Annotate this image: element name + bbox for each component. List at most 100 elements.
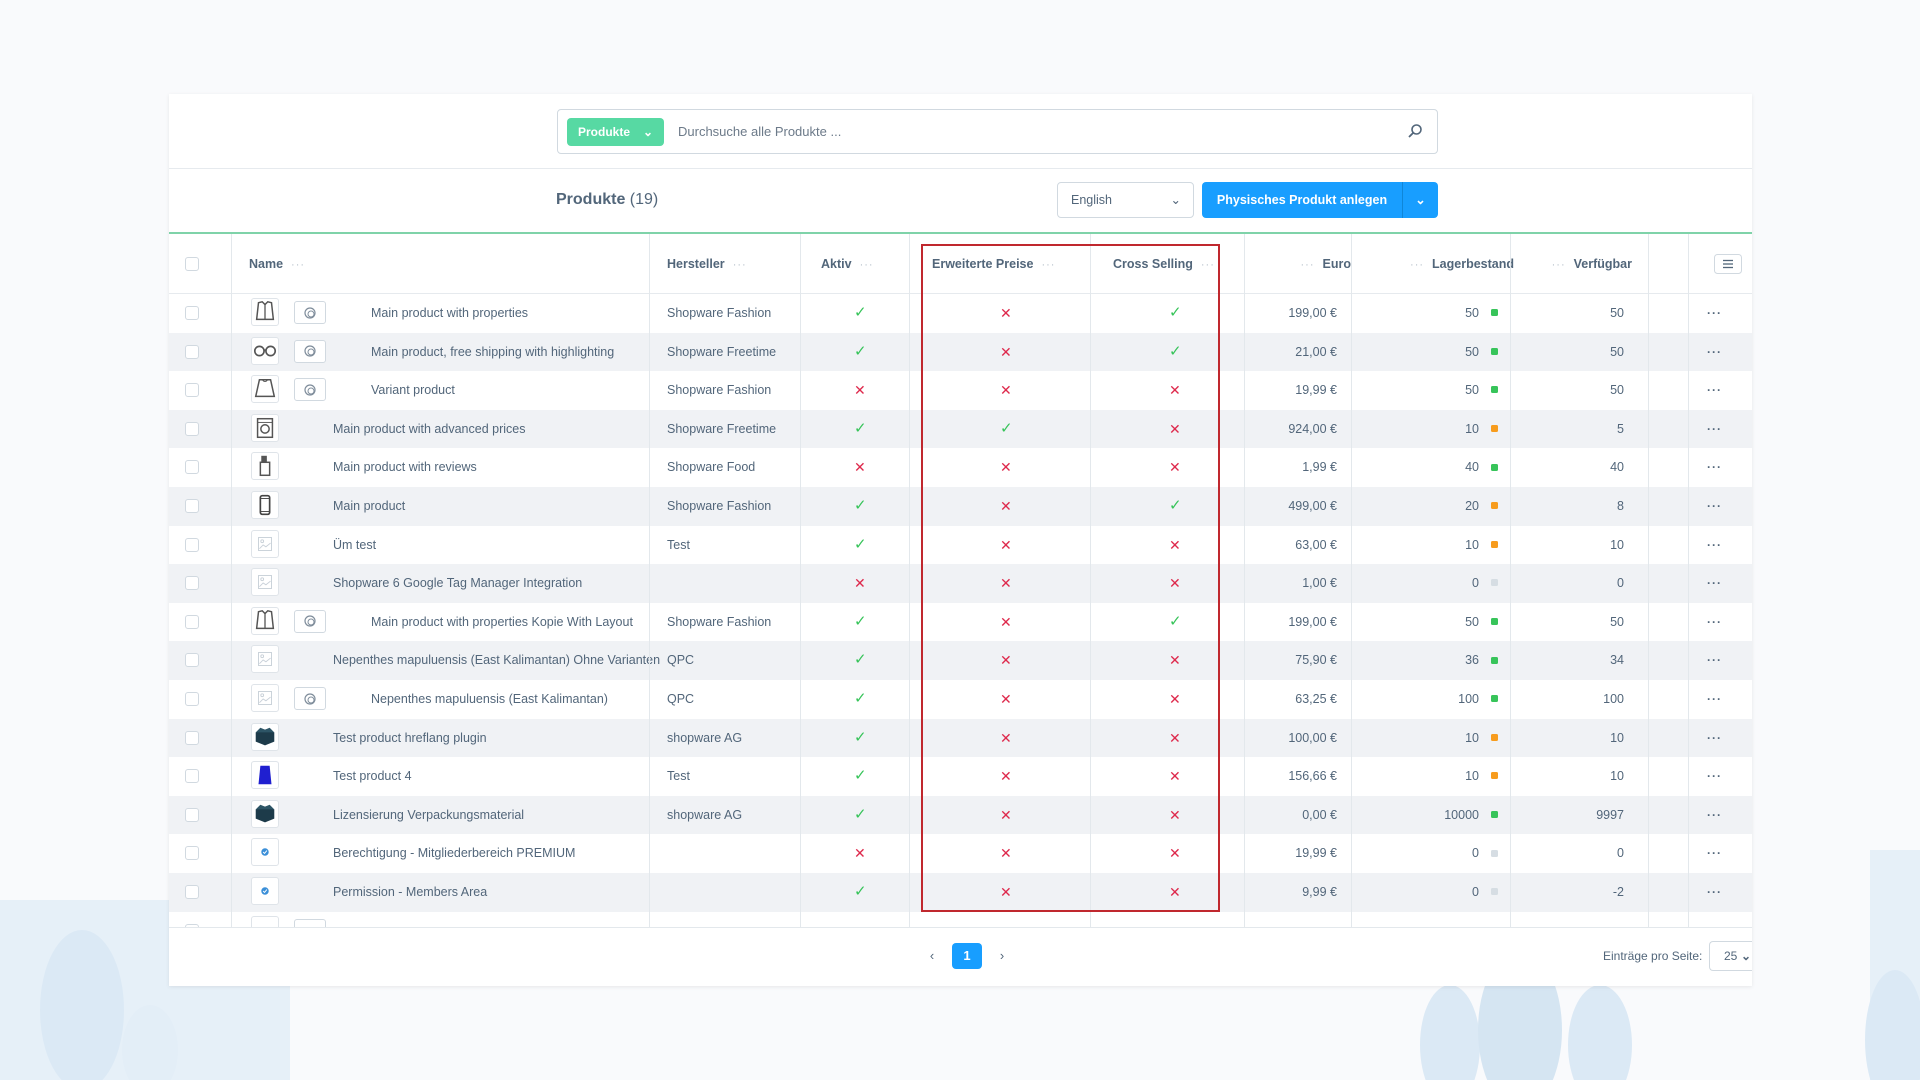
previous-page-button[interactable]: ‹ — [917, 943, 947, 969]
row-actions-menu-icon[interactable]: ··· — [1707, 294, 1722, 333]
row-actions-menu-icon[interactable]: ··· — [1707, 680, 1722, 719]
row-actions-menu-icon[interactable]: ··· — [1707, 641, 1722, 680]
variants-icon[interactable] — [294, 339, 326, 363]
row-checkbox[interactable] — [185, 537, 199, 552]
row-actions-menu-icon[interactable]: ··· — [1707, 796, 1722, 835]
row-checkbox[interactable] — [185, 306, 199, 320]
search-type-dropdown[interactable]: Produkte ⌄ — [567, 118, 664, 146]
search-icon[interactable] — [1407, 123, 1423, 139]
product-name-link[interactable]: Test product hreflang plugin — [333, 719, 487, 758]
row-checkbox[interactable] — [185, 807, 199, 822]
product-name-link[interactable]: Variant product — [371, 371, 455, 410]
column-menu-icon[interactable]: ··· — [291, 259, 305, 271]
create-product-button[interactable]: Physisches Produkt anlegen ⌄ — [1202, 182, 1438, 218]
table-row[interactable]: Variant product Shopware Fashion ✕ ✕ ✕ 1… — [169, 371, 1752, 410]
column-header-available[interactable]: ··· Verfügbar — [1544, 234, 1632, 294]
row-checkbox[interactable] — [185, 383, 199, 398]
table-row[interactable]: Main product, free shipping with highlig… — [169, 332, 1752, 372]
table-row[interactable]: Berechtigung - Mitgliederbereich PREMIUM… — [169, 834, 1752, 873]
table-row[interactable]: Test product 4 Test ✓ ✕ ✕ 156,66 € 10 10… — [169, 757, 1752, 796]
table-row[interactable]: Test product hreflang plugin shopware AG… — [169, 718, 1752, 758]
row-checkbox[interactable] — [185, 846, 199, 861]
column-header-price[interactable]: ··· Euro — [1293, 234, 1351, 294]
next-page-button[interactable]: › — [987, 943, 1017, 969]
row-actions-menu-icon[interactable]: ··· — [1707, 757, 1722, 796]
variants-icon[interactable] — [294, 609, 326, 633]
row-actions-menu-icon[interactable]: ··· — [1707, 333, 1722, 372]
product-name-link[interactable]: Test product 4 — [333, 757, 412, 796]
table-row[interactable]: Shopware 6 Google Tag Manager Integratio… — [169, 564, 1752, 603]
row-checkbox[interactable] — [185, 692, 199, 706]
row-actions-menu-icon[interactable]: ··· — [1707, 873, 1722, 912]
create-product-dropdown-toggle[interactable]: ⌄ — [1402, 182, 1438, 218]
column-settings-icon[interactable] — [1714, 254, 1742, 274]
product-name-link[interactable]: Nepenthes mapuluensis (East Kalimantan) … — [333, 641, 660, 680]
column-header-advanced-prices[interactable]: Erweiterte Preise ··· — [932, 234, 1063, 294]
variants-icon[interactable] — [294, 378, 326, 402]
table-row[interactable]: Üm test Test ✓ ✕ ✕ 63,00 € 10 10 ··· — [169, 526, 1752, 565]
table-row[interactable]: Main product with advanced prices Shopwa… — [169, 409, 1752, 449]
product-name-link[interactable]: Lizensierung Verpackungsmaterial — [333, 796, 524, 835]
product-name-link[interactable]: Main product with properties — [371, 294, 528, 333]
column-header-cross-selling[interactable]: Cross Selling ··· — [1113, 234, 1223, 294]
product-name-link[interactable]: Main product — [333, 487, 405, 526]
table-row[interactable]: Main product with properties Shopware Fa… — [169, 294, 1752, 333]
table-row[interactable]: Nepenthes mapuluensis (East Kalimantan) … — [169, 680, 1752, 719]
table-row[interactable]: Nepenthes mapuluensis (East Kalimantan) … — [169, 641, 1752, 680]
row-checkbox[interactable] — [185, 344, 199, 359]
row-checkbox[interactable] — [185, 769, 199, 784]
per-page-select[interactable]: 25 ⌄ — [1709, 941, 1752, 971]
row-checkbox[interactable] — [185, 614, 199, 629]
product-name-link[interactable]: Shopware 6 Google Tag Manager Integratio… — [333, 564, 582, 603]
column-header-active[interactable]: Aktiv ··· — [821, 234, 882, 294]
row-actions-menu-icon[interactable]: ··· — [1707, 603, 1722, 642]
product-name-link[interactable]: Main product, free shipping with highlig… — [371, 333, 614, 372]
column-menu-icon[interactable]: ··· — [1301, 259, 1315, 271]
row-actions-menu-icon[interactable]: ··· — [1707, 448, 1722, 487]
column-menu-icon[interactable]: ··· — [1041, 259, 1055, 271]
column-header-name[interactable]: Name ··· — [249, 234, 313, 294]
row-checkbox[interactable] — [185, 653, 199, 668]
variants-icon[interactable] — [294, 301, 326, 324]
page-button-current[interactable]: 1 — [952, 943, 982, 969]
column-menu-icon[interactable]: ··· — [1201, 259, 1215, 271]
row-checkbox[interactable] — [185, 730, 199, 745]
column-menu-icon[interactable]: ··· — [733, 259, 747, 271]
table-row[interactable]: Permission - Members Area ✓ ✕ ✕ 9,99 € 0… — [169, 873, 1752, 912]
row-actions-menu-icon[interactable]: ··· — [1707, 719, 1722, 758]
product-name-link[interactable]: Main product with advanced prices — [333, 410, 525, 449]
row-checkbox[interactable] — [185, 460, 199, 475]
row-checkbox[interactable] — [185, 885, 199, 899]
row-checkbox[interactable] — [185, 576, 199, 591]
column-menu-icon[interactable]: ··· — [860, 259, 874, 271]
row-actions-menu-icon[interactable]: ··· — [1707, 487, 1722, 526]
column-header-stock[interactable]: ··· Lagerbestand — [1402, 234, 1514, 294]
table-row[interactable]: Main product with properties Kopie With … — [169, 603, 1752, 642]
row-actions-menu-icon[interactable]: ··· — [1707, 410, 1722, 449]
price-cell: 100,00 € — [1288, 730, 1337, 745]
variants-icon[interactable] — [294, 687, 326, 710]
table-row[interactable]: Main product with reviews Shopware Food … — [169, 448, 1752, 487]
language-select[interactable]: English ⌄ — [1057, 182, 1194, 218]
row-checkbox[interactable] — [185, 499, 199, 513]
product-name-link[interactable]: Üm test — [333, 526, 376, 565]
global-search[interactable]: Produkte ⌄ Durchsuche alle Produkte ... — [557, 109, 1438, 154]
table-row[interactable]: Lizensierung Verpackungsmaterial shopwar… — [169, 795, 1752, 835]
product-name-link[interactable]: Nepenthes mapuluensis (East Kalimantan) — [371, 680, 608, 719]
row-actions-menu-icon[interactable]: ··· — [1707, 526, 1722, 565]
table-row[interactable]: Main product Shopware Fashion ✓ ✕ ✓ 499,… — [169, 487, 1752, 526]
column-menu-icon[interactable]: ··· — [1410, 259, 1424, 271]
product-name-link[interactable]: Permission - Members Area — [333, 873, 487, 912]
product-name-link[interactable]: Berechtigung - Mitgliederbereich PREMIUM — [333, 834, 575, 873]
variants-icon[interactable] — [294, 918, 326, 927]
row-actions-menu-icon[interactable]: ··· — [1707, 371, 1722, 410]
column-menu-icon[interactable]: ··· — [1552, 259, 1566, 271]
row-checkbox[interactable] — [185, 421, 199, 436]
product-name-link[interactable]: Main product with reviews — [333, 448, 477, 487]
search-input[interactable]: Durchsuche alle Produkte ... — [678, 110, 841, 153]
select-all-checkbox[interactable] — [185, 257, 199, 271]
row-actions-menu-icon[interactable]: ··· — [1707, 834, 1722, 873]
row-actions-menu-icon[interactable]: ··· — [1707, 564, 1722, 603]
column-header-manufacturer[interactable]: Hersteller ··· — [667, 234, 755, 294]
product-name-link[interactable]: Main product with properties Kopie With … — [371, 603, 633, 642]
